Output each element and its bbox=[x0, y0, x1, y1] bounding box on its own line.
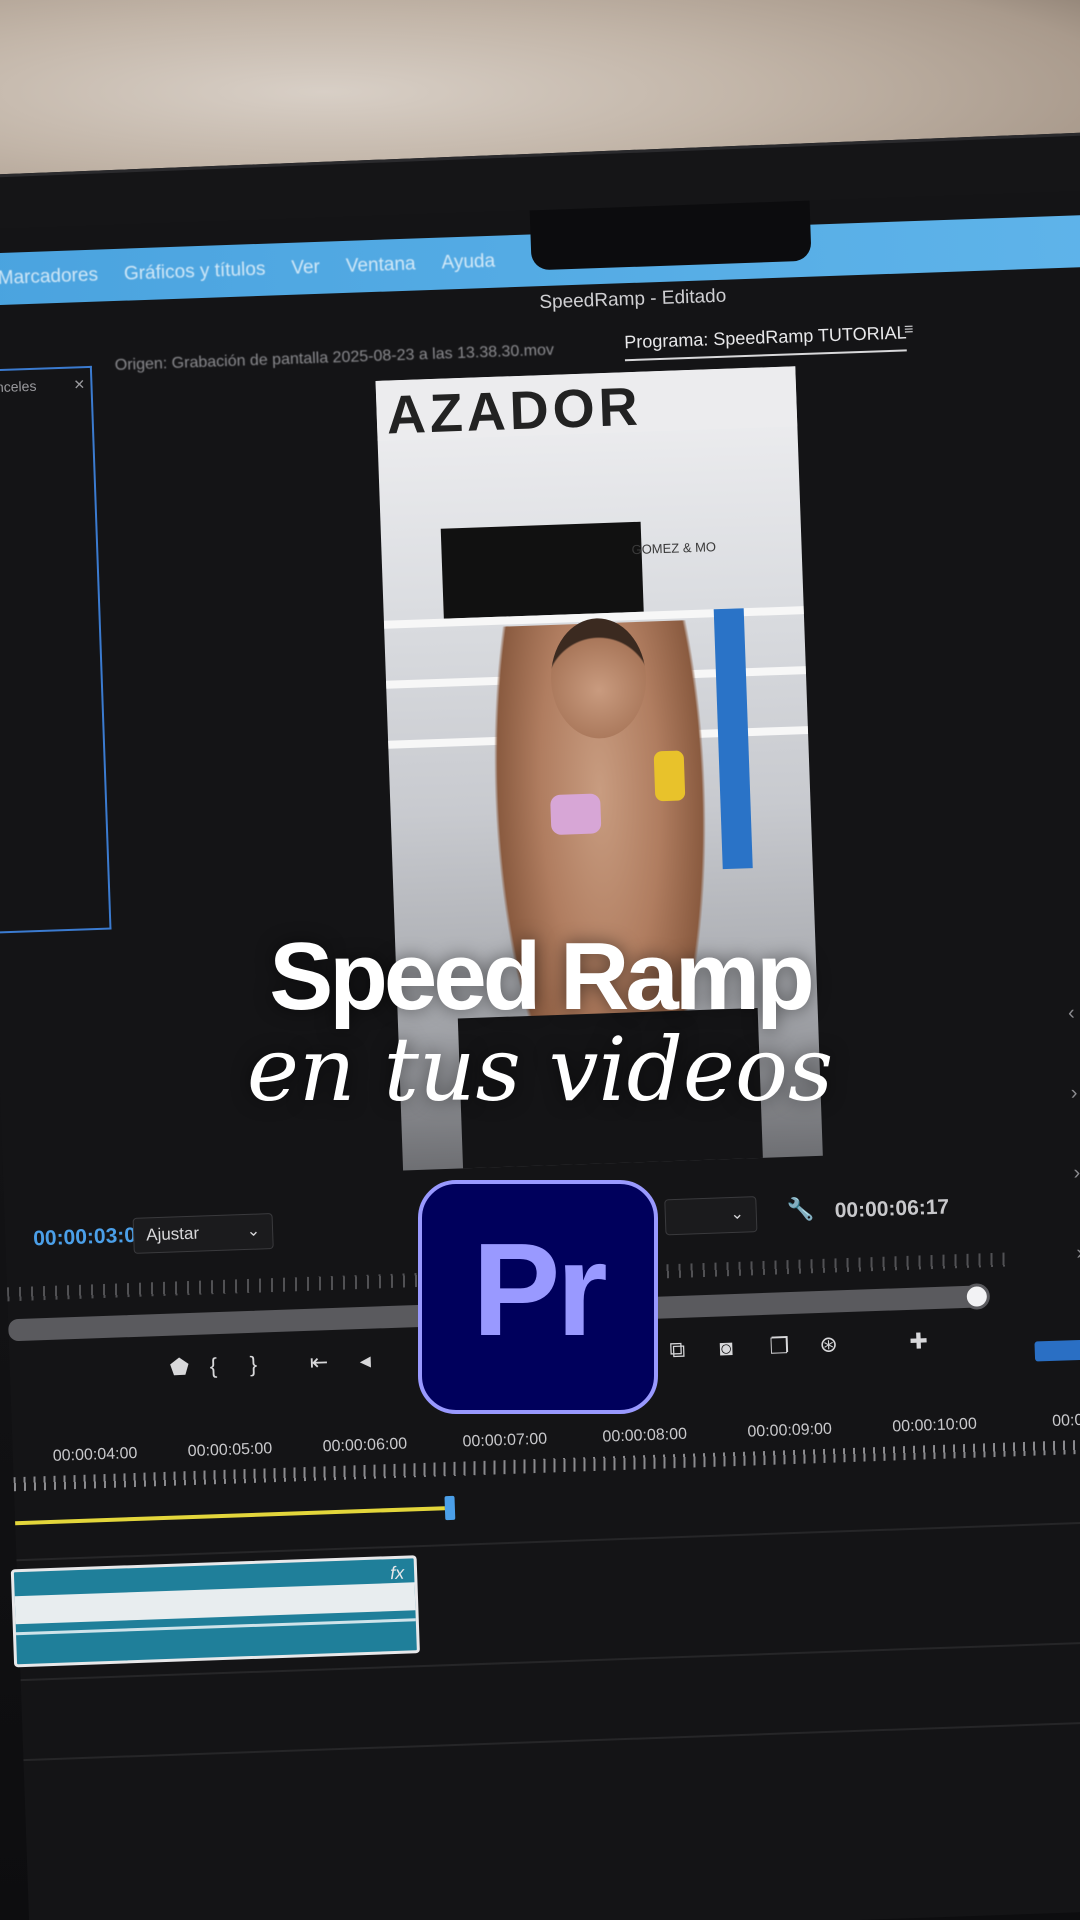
out-point-icon[interactable]: } bbox=[249, 1352, 257, 1378]
fit-select-value: Ajustar bbox=[145, 1223, 200, 1245]
lift-icon[interactable]: ⧉ bbox=[669, 1337, 686, 1364]
menu-item-graphics[interactable]: Gráficos y títulos bbox=[124, 259, 266, 286]
resolution-select[interactable]: ⌄ bbox=[664, 1196, 758, 1236]
ruler-label: 00:00:08:00 bbox=[602, 1425, 688, 1446]
timeline-clip[interactable]: fx bbox=[10, 1555, 420, 1668]
menu-item-view[interactable]: Ver bbox=[291, 257, 320, 280]
overlay-subtitle: en tus videos bbox=[246, 1018, 834, 1121]
panel-menu-icon[interactable]: ≡ bbox=[904, 321, 914, 339]
hand-wrap-pink bbox=[550, 793, 602, 836]
menu-item-help[interactable]: Ayuda bbox=[441, 251, 495, 275]
scene: Marcadores Gráficos y títulos Ver Ventan… bbox=[0, 0, 1080, 1920]
fit-select[interactable]: Ajustar ⌄ bbox=[132, 1213, 274, 1254]
ruler-label: 00:00:07:00 bbox=[462, 1430, 548, 1451]
video-banner-text: AZADOR bbox=[385, 376, 643, 446]
current-timecode[interactable]: 00:00:03:06 bbox=[33, 1223, 148, 1251]
wrench-icon[interactable]: 🔧 bbox=[786, 1196, 814, 1223]
timeline-tab-badge[interactable] bbox=[1034, 1339, 1080, 1362]
fx-badge[interactable]: fx bbox=[390, 1563, 405, 1584]
timeline-ruler[interactable]: 00:00:04:00 00:00:05:00 00:00:06:00 00:0… bbox=[13, 1409, 1080, 1509]
dock-icon[interactable]: › bbox=[1073, 1162, 1080, 1185]
playhead[interactable] bbox=[444, 1495, 456, 1521]
video-sign-text: GOMEZ & MO bbox=[631, 539, 717, 558]
compare-icon[interactable]: ❐ bbox=[769, 1333, 790, 1360]
ruler-label: 00:00:04:00 bbox=[52, 1444, 138, 1465]
ruler-label: 00:00:10:00 bbox=[892, 1415, 978, 1436]
work-area-bar[interactable] bbox=[15, 1506, 445, 1526]
clip-speed-band bbox=[14, 1582, 416, 1625]
step-back-icon[interactable]: ◂ bbox=[359, 1348, 371, 1374]
camera-notch bbox=[529, 200, 812, 271]
ruler-label: 00:00:1 bbox=[1051, 1411, 1080, 1430]
chevron-down-icon: ⌄ bbox=[246, 1222, 261, 1240]
dock-icon[interactable]: › bbox=[1076, 1242, 1080, 1265]
ruler-label: 00:00:05:00 bbox=[187, 1440, 273, 1461]
overlay-title: Speed Ramp bbox=[269, 923, 814, 1030]
menu-item-window[interactable]: Ventana bbox=[345, 253, 415, 277]
source-origin-label[interactable]: Origen: Grabación de pantalla 2025-08-23… bbox=[115, 342, 555, 375]
go-to-in-icon[interactable]: ⇤ bbox=[309, 1349, 328, 1376]
track-divider bbox=[23, 1718, 1080, 1762]
scrollbar-handle[interactable] bbox=[963, 1283, 991, 1310]
premiere-pro-logo: Pr bbox=[418, 1180, 658, 1414]
hand-wrap-yellow bbox=[653, 750, 686, 802]
tab-program-monitor[interactable]: Programa: SpeedRamp TUTORIAL bbox=[623, 322, 908, 362]
video-wall-screen bbox=[440, 521, 644, 619]
track-divider bbox=[16, 1518, 1080, 1562]
in-point-icon[interactable]: { bbox=[209, 1353, 217, 1379]
chevron-down-icon: ⌄ bbox=[730, 1205, 745, 1224]
premiere-logo-text: Pr bbox=[472, 1216, 607, 1363]
video-banner: AZADOR bbox=[375, 366, 798, 446]
source-panel[interactable]: Pinceles ✕ bbox=[0, 365, 112, 934]
add-icon[interactable]: ✚ bbox=[909, 1328, 928, 1355]
vr-icon[interactable]: ⊛ bbox=[819, 1331, 838, 1358]
ruler-label: 00:00:06:00 bbox=[322, 1435, 408, 1456]
close-icon[interactable]: ✕ bbox=[73, 376, 85, 393]
menu-item-markers[interactable]: Marcadores bbox=[0, 265, 98, 290]
duration-timecode: 00:00:06:17 bbox=[834, 1195, 950, 1223]
marker-icon[interactable]: ⬟ bbox=[169, 1354, 189, 1381]
source-panel-tab[interactable]: Pinceles bbox=[0, 378, 37, 396]
ruler-label: 00:00:09:00 bbox=[747, 1420, 833, 1441]
camera-icon[interactable]: ◙ bbox=[719, 1335, 733, 1361]
